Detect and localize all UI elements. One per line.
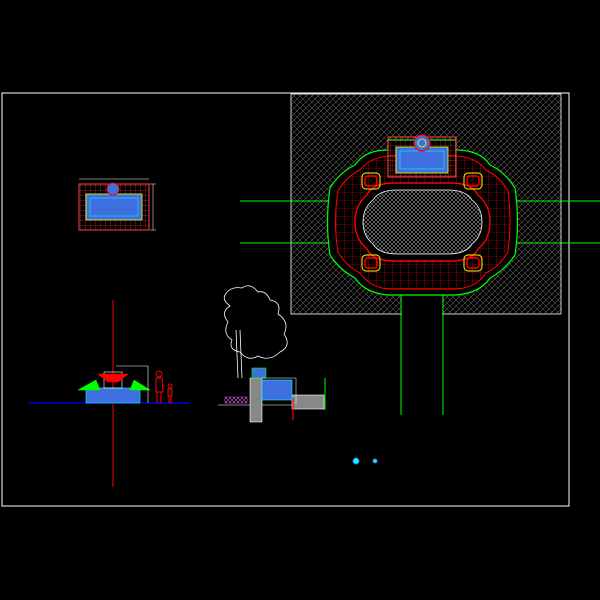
large-plan-view — [240, 93, 600, 415]
front-elevation-view — [28, 300, 190, 487]
legend-mark-1 — [352, 457, 360, 465]
path-gap — [402, 295, 442, 315]
elevation-planter-right — [129, 379, 151, 391]
section-foundation-left — [249, 377, 263, 423]
central-oval-inner — [362, 189, 483, 255]
legend-marks — [352, 457, 378, 465]
section-paving — [224, 396, 248, 404]
elevation-planter-left — [77, 379, 101, 391]
human-figure-child — [167, 383, 173, 403]
section-foundation-right — [291, 394, 325, 410]
small-plan-view — [78, 178, 156, 231]
tree-canopy — [223, 285, 288, 359]
legend-mark-2 — [372, 458, 378, 464]
small-plan-fountain-head — [106, 182, 120, 196]
drawing-canvas — [1, 92, 600, 507]
section-water — [261, 379, 293, 401]
human-figure-adult — [155, 370, 164, 403]
fountain-head — [413, 134, 431, 152]
section-fountain-top — [251, 367, 267, 379]
elevation-bowl — [97, 373, 129, 383]
cad-drawing — [0, 0, 600, 600]
tree-trunk — [235, 329, 243, 379]
